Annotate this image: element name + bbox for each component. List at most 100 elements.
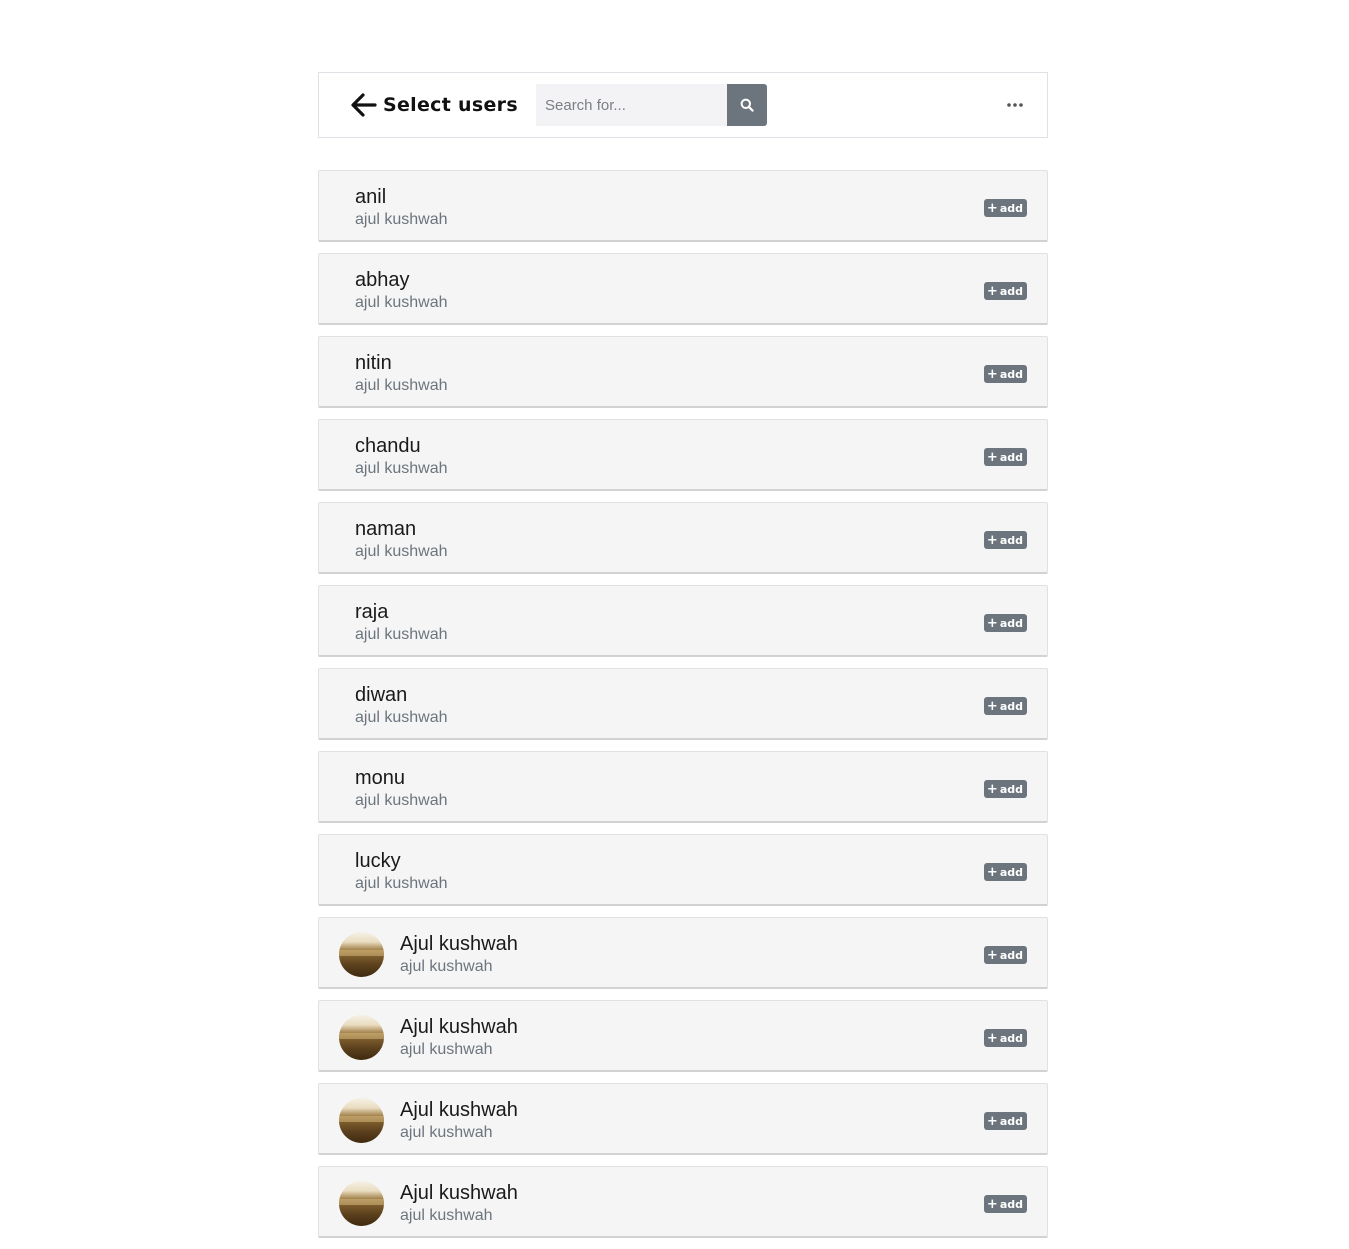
user-name: Ajul kushwah xyxy=(400,1016,518,1038)
add-user-button[interactable]: + add xyxy=(983,697,1027,715)
user-subtitle: ajul kushwah xyxy=(400,1041,493,1058)
list-item[interactable]: Ajul kushwah ajul kushwah + add xyxy=(318,1166,1048,1238)
user-subtitle: ajul kushwah xyxy=(355,211,448,228)
avatar xyxy=(339,1015,384,1060)
user-text: naman ajul kushwah xyxy=(355,517,448,563)
add-label: add xyxy=(999,782,1023,796)
user-text: nitin ajul kushwah xyxy=(355,351,448,397)
avatar xyxy=(339,932,384,977)
search-button[interactable] xyxy=(727,84,767,126)
user-text: anil ajul kushwah xyxy=(355,185,448,231)
user-name: raja xyxy=(355,601,389,623)
add-user-button[interactable]: + add xyxy=(983,1195,1027,1213)
plus-icon: + xyxy=(986,1113,998,1129)
user-subtitle: ajul kushwah xyxy=(355,377,448,394)
user-subtitle: ajul kushwah xyxy=(355,792,448,809)
list-item[interactable]: Ajul kushwah ajul kushwah + add xyxy=(318,1000,1048,1072)
user-name: Ajul kushwah xyxy=(400,1182,518,1204)
list-item[interactable]: anil ajul kushwah + add xyxy=(318,170,1048,242)
user-text: Ajul kushwah ajul kushwah xyxy=(400,932,518,978)
ellipsis-icon xyxy=(1007,103,1023,107)
avatar xyxy=(339,1181,384,1226)
user-name: naman xyxy=(355,518,417,540)
more-options-button[interactable] xyxy=(1005,95,1025,115)
page-title: Select users xyxy=(383,94,518,116)
list-item[interactable]: lucky ajul kushwah + add xyxy=(318,834,1048,906)
user-list: anil ajul kushwah + add abhay ajul kushwah + ad… xyxy=(318,170,1048,1249)
list-item[interactable]: Ajul kushwah ajul kushwah + add xyxy=(318,917,1048,989)
user-subtitle: ajul kushwah xyxy=(355,626,448,643)
user-subtitle: ajul kushwah xyxy=(400,958,493,975)
user-name: Ajul kushwah xyxy=(400,1099,518,1121)
user-text: raja ajul kushwah xyxy=(355,600,448,646)
arrow-left-icon[interactable] xyxy=(351,93,377,117)
add-label: add xyxy=(999,1031,1023,1045)
user-subtitle: ajul kushwah xyxy=(355,709,448,726)
add-label: add xyxy=(999,865,1023,879)
add-label: add xyxy=(999,699,1023,713)
user-text: chandu ajul kushwah xyxy=(355,434,448,480)
add-label: add xyxy=(999,201,1023,215)
add-user-button[interactable]: + add xyxy=(983,531,1027,549)
search-input[interactable] xyxy=(536,84,727,126)
user-name: monu xyxy=(355,767,406,789)
user-name: nitin xyxy=(355,352,392,374)
add-user-button[interactable]: + add xyxy=(983,946,1027,964)
list-item[interactable]: diwan ajul kushwah + add xyxy=(318,668,1048,740)
list-item[interactable]: abhay ajul kushwah + add xyxy=(318,253,1048,325)
user-name: lucky xyxy=(355,850,401,872)
add-label: add xyxy=(999,533,1023,547)
plus-icon: + xyxy=(986,947,998,963)
user-subtitle: ajul kushwah xyxy=(400,1124,493,1141)
user-text: Ajul kushwah ajul kushwah xyxy=(400,1015,518,1061)
add-user-button[interactable]: + add xyxy=(983,282,1027,300)
add-user-button[interactable]: + add xyxy=(983,614,1027,632)
user-text: Ajul kushwah ajul kushwah xyxy=(400,1181,518,1227)
list-item[interactable]: chandu ajul kushwah + add xyxy=(318,419,1048,491)
search-group xyxy=(536,84,767,126)
add-label: add xyxy=(999,1197,1023,1211)
list-item[interactable]: monu ajul kushwah + add xyxy=(318,751,1048,823)
user-subtitle: ajul kushwah xyxy=(355,294,448,311)
add-user-button[interactable]: + add xyxy=(983,1029,1027,1047)
header-bar: Select users xyxy=(318,72,1048,138)
add-label: add xyxy=(999,1114,1023,1128)
user-text: diwan ajul kushwah xyxy=(355,683,448,729)
add-label: add xyxy=(999,284,1023,298)
plus-icon: + xyxy=(986,698,998,714)
add-label: add xyxy=(999,450,1023,464)
user-name: Ajul kushwah xyxy=(400,933,518,955)
add-user-button[interactable]: + add xyxy=(983,1112,1027,1130)
plus-icon: + xyxy=(986,283,998,299)
plus-icon: + xyxy=(986,532,998,548)
list-item[interactable]: raja ajul kushwah + add xyxy=(318,585,1048,657)
list-item[interactable]: naman ajul kushwah + add xyxy=(318,502,1048,574)
user-subtitle: ajul kushwah xyxy=(355,875,448,892)
add-user-button[interactable]: + add xyxy=(983,448,1027,466)
plus-icon: + xyxy=(986,615,998,631)
add-label: add xyxy=(999,367,1023,381)
user-subtitle: ajul kushwah xyxy=(355,460,448,477)
select-users-panel: Select users anilajul kushwah+addabhayaj… xyxy=(318,72,1048,1238)
plus-icon: + xyxy=(986,781,998,797)
add-label: add xyxy=(999,616,1023,630)
list-item[interactable]: Ajul kushwah ajul kushwah + add xyxy=(318,1083,1048,1155)
add-user-button[interactable]: + add xyxy=(983,863,1027,881)
plus-icon: + xyxy=(986,864,998,880)
plus-icon: + xyxy=(986,366,998,382)
search-icon xyxy=(740,98,754,112)
plus-icon: + xyxy=(986,1030,998,1046)
list-item[interactable]: nitin ajul kushwah + add xyxy=(318,336,1048,408)
user-name: abhay xyxy=(355,269,410,291)
user-name: diwan xyxy=(355,684,408,706)
user-text: abhay ajul kushwah xyxy=(355,268,448,314)
plus-icon: + xyxy=(986,449,998,465)
add-user-button[interactable]: + add xyxy=(983,780,1027,798)
plus-icon: + xyxy=(986,200,998,216)
user-name: anil xyxy=(355,186,387,208)
user-text: lucky ajul kushwah xyxy=(355,849,448,895)
add-user-button[interactable]: + add xyxy=(983,365,1027,383)
add-label: add xyxy=(999,948,1023,962)
add-user-button[interactable]: + add xyxy=(983,199,1027,217)
user-name: chandu xyxy=(355,435,421,457)
